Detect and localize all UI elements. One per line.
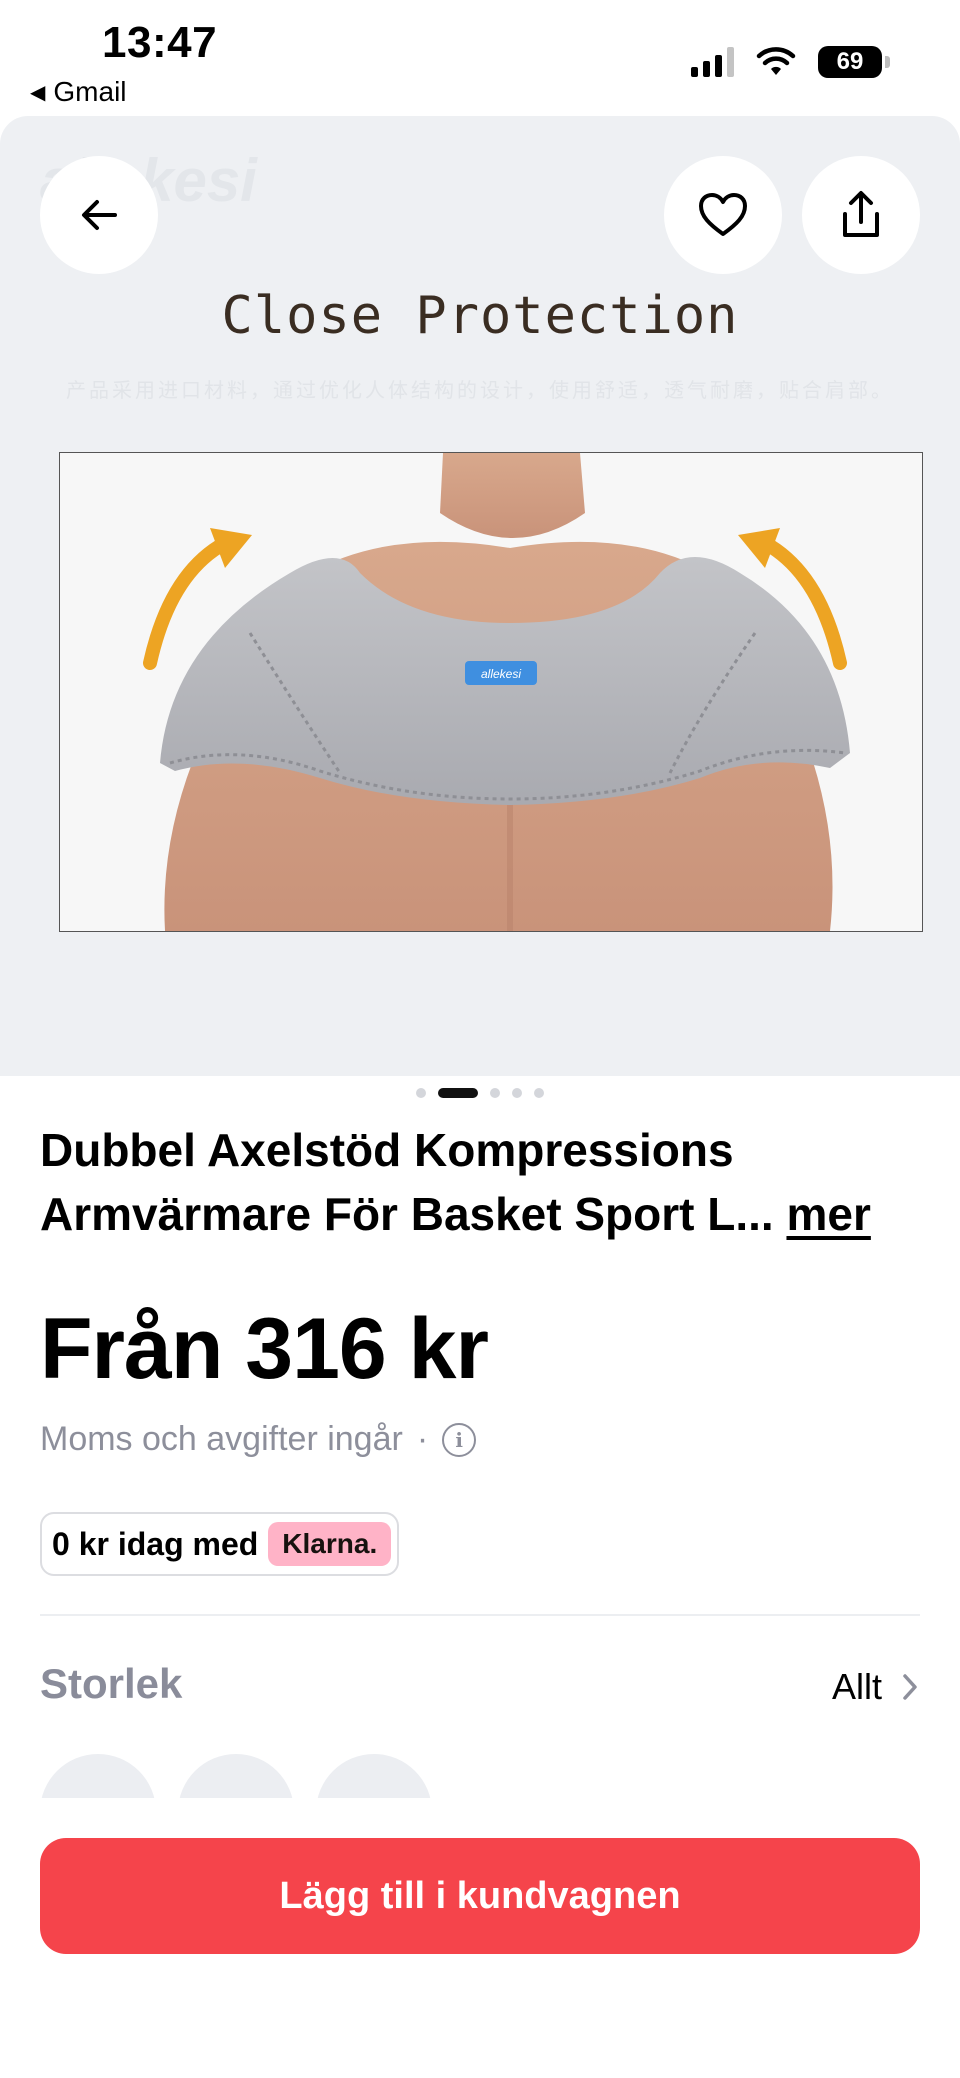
carousel-pagination (0, 1088, 960, 1098)
tax-note-text: Moms och avgifter ingår (40, 1420, 403, 1458)
product-title-text: Dubbel Axelstöd Kompressions Armvärmare … (40, 1124, 774, 1240)
battery-icon: 69 (818, 46, 890, 78)
size-option[interactable] (178, 1754, 294, 1800)
info-icon[interactable]: i (442, 1422, 477, 1457)
back-app-label: Gmail (53, 76, 127, 107)
back-button[interactable] (40, 156, 158, 274)
section-divider (40, 1614, 920, 1616)
read-more-link[interactable]: mer (786, 1188, 870, 1240)
size-section-label: Storlek (40, 1660, 183, 1707)
size-all-label: Allt (831, 1666, 882, 1707)
product-image-carousel[interactable]: allekesi Close Protection 产品采用进口材料，通过优化人… (0, 116, 960, 1076)
klarna-payment-banner[interactable]: 0 kr idag med Klarna. (40, 1512, 400, 1576)
carousel-dot[interactable] (512, 1088, 522, 1098)
logo-patch-text: allekesi (481, 667, 521, 681)
klarna-logo: Klarna. (268, 1522, 392, 1566)
share-button[interactable] (802, 156, 920, 274)
wifi-icon (756, 47, 796, 75)
size-option[interactable] (40, 1754, 156, 1800)
klarna-text: 0 kr idag med (52, 1525, 259, 1562)
back-arrow-icon (82, 200, 117, 230)
hero-headline: Close Protection (221, 286, 739, 346)
carousel-dot[interactable] (534, 1088, 544, 1098)
hero-subline: 产品采用进口材料，通过优化人体结构的设计，使用舒适，透气耐磨，贴合肩部。 (66, 380, 894, 402)
status-icons: 69 (691, 46, 890, 78)
product-title: Dubbel Axelstöd Kompressions Armvärmare … (40, 1118, 920, 1246)
carousel-dot[interactable] (416, 1088, 426, 1098)
status-bar: 13:47 ◀ Gmail 69 (0, 0, 960, 116)
back-triangle-icon: ◀ (30, 81, 46, 104)
back-to-gmail-link[interactable]: ◀ Gmail (30, 76, 127, 108)
carousel-dot-active[interactable] (438, 1088, 478, 1098)
size-options-row (40, 1754, 940, 1800)
share-icon (843, 191, 879, 237)
size-all-link[interactable]: Allt (832, 1666, 920, 1708)
heart-icon (699, 193, 747, 236)
size-option[interactable] (316, 1754, 432, 1800)
carousel-dot[interactable] (490, 1088, 500, 1098)
cellular-signal-icon (691, 47, 734, 77)
product-price: Från 316 kr (40, 1301, 489, 1397)
chevron-right-icon (903, 1674, 917, 1700)
battery-level: 69 (836, 48, 864, 75)
status-time: 13:47 (102, 18, 218, 67)
tax-separator: · (416, 1420, 429, 1458)
favorite-button[interactable] (664, 156, 782, 274)
add-to-cart-button[interactable]: Lägg till i kundvagnen (40, 1838, 920, 1954)
tax-note: Moms och avgifter ingår · i (40, 1420, 477, 1459)
product-photo: allekesi (59, 452, 923, 932)
